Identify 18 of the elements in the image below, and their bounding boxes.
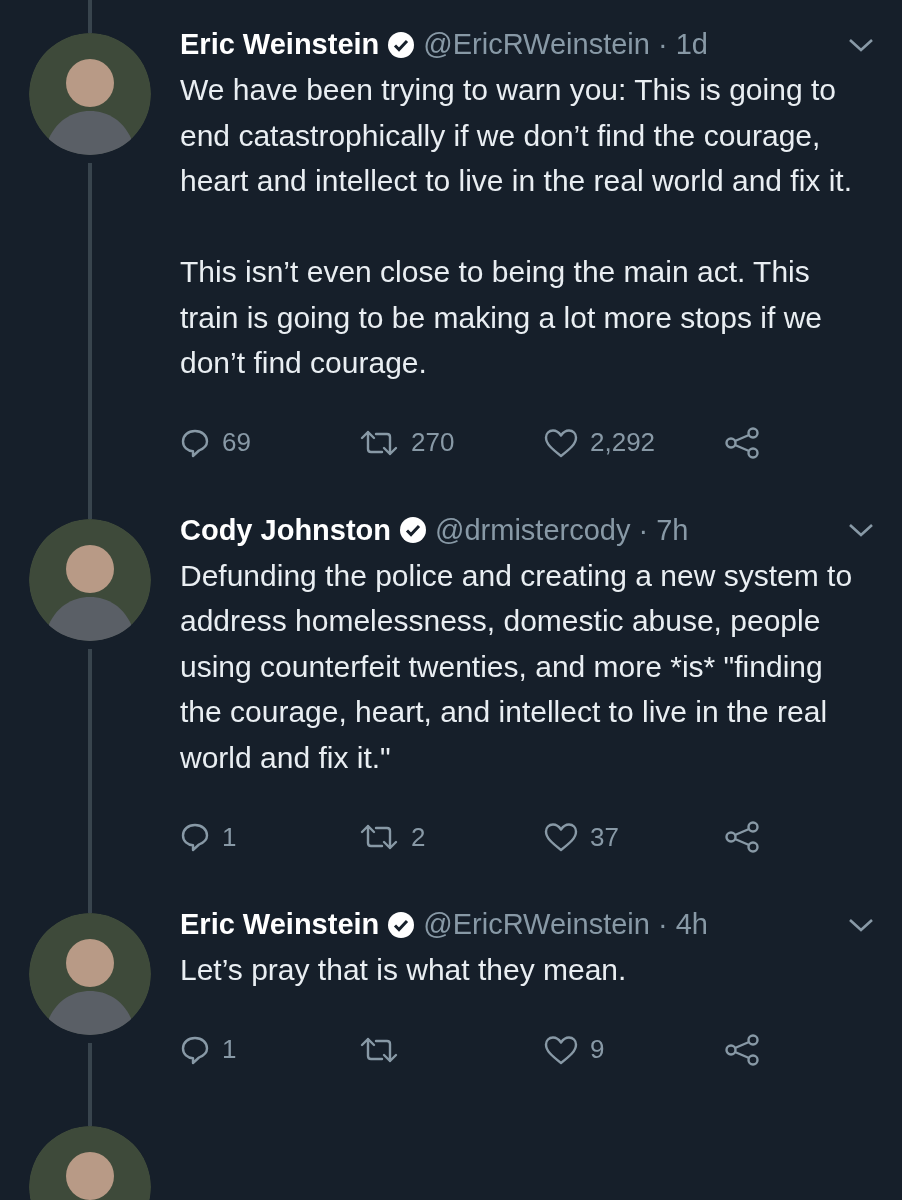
- retweet-count: 270: [411, 427, 455, 458]
- tweet-text: Defunding the police and creating a new system to address homelessness, domestic abuse, people using counterfeit twenties, and more *is* "finding the courage, heart, and intellect to live in the real world and fix it.": [180, 557, 854, 776]
- handle-and-time: @EricRWeinstein · 4h: [423, 908, 708, 941]
- tweet-text: Let’s pray that is what they mean.: [180, 952, 628, 988]
- tweet-text: This isn’t even close to being the main act. This train is going to be making a lot more stops if we don’t find courage.: [180, 254, 823, 381]
- author-name[interactable]: Eric Weinstein: [180, 908, 380, 941]
- author-name[interactable]: Eric Weinstein: [180, 28, 380, 61]
- reply-count: 1: [222, 821, 237, 853]
- tweet-text: We have been trying to warn you: This is going to end catastrophically if we don’t find the courage, heart and intellect to live in the real world and fix it.: [180, 72, 854, 199]
- like-count: 37: [590, 821, 619, 853]
- handle-and-time: @drmistercody · 7h: [435, 513, 689, 547]
- reply-count: 69: [222, 427, 251, 458]
- reply-count: 1: [222, 1034, 237, 1065]
- handle-and-time: @EricRWeinstein · 1d: [423, 28, 708, 61]
- like-count: 9: [590, 1034, 605, 1065]
- author-name[interactable]: Cody Johnston: [180, 513, 392, 547]
- like-count: 2,292: [590, 427, 656, 458]
- retweet-count: 2: [411, 821, 426, 853]
